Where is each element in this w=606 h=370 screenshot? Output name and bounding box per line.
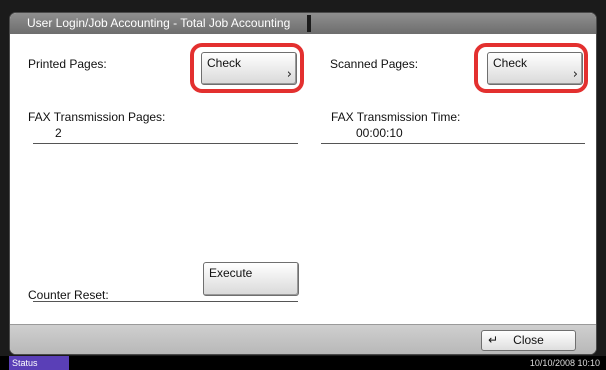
fax-pages-value: 2: [55, 126, 62, 140]
printed-pages-check-button[interactable]: Check ›: [201, 52, 297, 85]
status-button[interactable]: Status: [9, 356, 69, 370]
chevron-right-icon: ›: [286, 67, 292, 82]
scanned-pages-label: Scanned Pages:: [330, 57, 419, 71]
printed-pages-check-label: Check: [207, 56, 242, 70]
printed-pages-label: Printed Pages:: [28, 57, 107, 71]
fax-pages-label: FAX Transmission Pages:: [28, 110, 166, 124]
scanned-pages-check-button[interactable]: Check ›: [487, 52, 583, 85]
header-divider: [307, 15, 311, 32]
fax-time-label: FAX Transmission Time:: [331, 110, 461, 124]
status-strip: Status 10/10/2008 10:10: [0, 356, 606, 370]
datetime-display: 10/10/2008 10:10: [529, 358, 600, 368]
fax-pages-divider: [33, 143, 298, 144]
enter-return-icon: ↵: [488, 333, 499, 347]
fax-time-divider: [321, 143, 585, 144]
status-label: Status: [12, 358, 38, 368]
close-button[interactable]: ↵ Close: [481, 330, 576, 351]
fax-time-value: 00:00:10: [356, 126, 403, 140]
counter-reset-divider: [33, 301, 298, 302]
screen-frame: User Login/Job Accounting - Total Job Ac…: [0, 0, 606, 370]
chevron-right-icon: ›: [572, 67, 578, 82]
header-bar: User Login/Job Accounting - Total Job Ac…: [10, 13, 596, 34]
counter-reset-execute-button[interactable]: Execute: [203, 262, 299, 296]
job-accounting-panel: User Login/Job Accounting - Total Job Ac…: [9, 12, 597, 355]
counter-reset-label: Counter Reset:: [28, 288, 109, 302]
page-title: User Login/Job Accounting - Total Job Ac…: [27, 16, 291, 30]
scanned-pages-check-label: Check: [493, 56, 528, 70]
footer-bar: ↵ Close: [10, 324, 596, 354]
counter-reset-execute-label: Execute: [209, 266, 253, 280]
close-label: Close: [513, 333, 544, 347]
